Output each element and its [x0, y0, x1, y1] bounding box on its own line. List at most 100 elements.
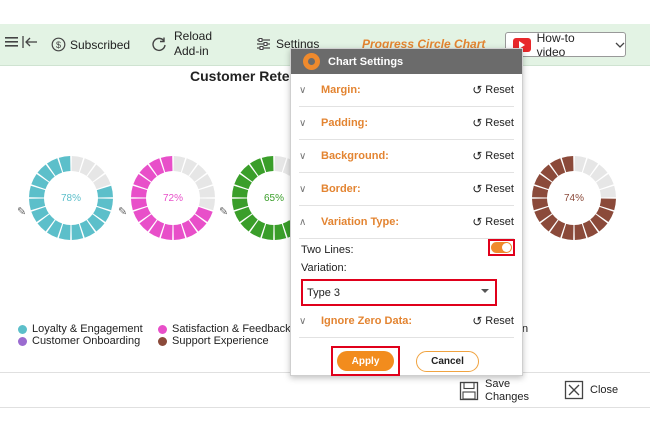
section-background[interactable]: ∨ Background: ↺ Reset — [299, 140, 514, 173]
chevron-down-icon: ∨ — [299, 183, 307, 195]
legend-item: Customer Onboarding — [18, 335, 140, 347]
variation-select-value: Type 3 — [307, 286, 341, 299]
progress-circle-3-label: 65% — [264, 193, 284, 204]
legend-swatch — [158, 336, 167, 346]
section-label: Margin: — [321, 84, 361, 96]
chevron-down-icon: ∨ — [299, 84, 307, 96]
reset-button[interactable]: ↺ Reset — [472, 116, 514, 130]
reset-label: Reset — [485, 315, 514, 327]
legend-swatch — [18, 324, 27, 334]
two-lines-toggle-highlight — [488, 239, 515, 256]
apply-button[interactable]: Apply — [337, 351, 394, 371]
legend-label: Loyalty & Engagement — [32, 323, 143, 335]
reset-button[interactable]: ↺ Reset — [472, 182, 514, 196]
chevron-up-icon: ∧ — [299, 216, 307, 228]
progress-circle-4[interactable]: 74% — [530, 154, 618, 242]
reset-button[interactable]: ↺ Reset — [472, 83, 514, 97]
chart-title: Customer Rete — [190, 68, 290, 84]
legend-swatch — [158, 324, 167, 334]
reset-button[interactable]: ↺ Reset — [472, 314, 514, 328]
section-padding[interactable]: ∨ Padding: ↺ Reset — [299, 107, 514, 140]
apply-button-highlight: Apply — [331, 346, 400, 376]
dollar-icon: $ — [51, 37, 66, 52]
variation-select[interactable]: Type 3 — [305, 283, 493, 302]
save-label-line1: Save — [485, 378, 511, 390]
two-lines-label: Two Lines: — [301, 244, 354, 256]
reload-label-line1: Reload — [174, 29, 213, 43]
app-window: $ Subscribed Reload Add-in Settings Prog… — [0, 0, 650, 435]
reload-addin-button[interactable]: Reload Add-in — [151, 29, 212, 59]
progress-circle-4-label: 74% — [564, 193, 584, 204]
legend-label: Satisfaction & Feedback — [172, 323, 291, 335]
reset-button[interactable]: ↺ Reset — [472, 149, 514, 163]
section-border[interactable]: ∨ Border: ↺ Reset — [299, 173, 514, 206]
legend-swatch — [18, 336, 27, 346]
save-icon — [459, 381, 479, 401]
variation-select-highlight: Type 3 — [301, 279, 497, 306]
chevron-down-icon: ∨ — [299, 315, 307, 327]
section-label: Background: — [321, 150, 389, 162]
two-lines-toggle[interactable] — [491, 242, 512, 253]
dialog-header: Chart Settings — [291, 49, 522, 74]
dialog-title: Chart Settings — [328, 55, 404, 68]
section-ignore-zero-data[interactable]: ∨ Ignore Zero Data: ↺ Reset — [299, 305, 514, 338]
reset-button[interactable]: ↺ Reset — [472, 215, 514, 229]
progress-circle-1-label: 78% — [61, 193, 81, 204]
footer-divider — [0, 407, 650, 408]
edit-pencil-icon[interactable]: ✎ — [219, 205, 228, 218]
save-changes-button[interactable]: Save Changes — [459, 378, 529, 404]
legend-label: Support Experience — [172, 335, 269, 347]
variation-label: Variation: — [301, 262, 347, 274]
svg-text:$: $ — [56, 40, 61, 50]
reload-label-line2: Add-in — [174, 44, 209, 58]
close-button[interactable]: Close — [564, 380, 618, 400]
reset-icon: ↺ — [472, 314, 483, 328]
chart-settings-dialog: Chart Settings ∨ Margin: ↺ Reset ∨ Paddin… — [290, 48, 523, 376]
section-label: Padding: — [321, 117, 369, 129]
howto-video-button[interactable]: How-to video — [505, 30, 626, 59]
section-label: Border: — [321, 183, 361, 195]
section-label: Ignore Zero Data: — [321, 315, 413, 327]
reset-icon: ↺ — [472, 116, 483, 130]
subscribed-button[interactable]: $ Subscribed — [51, 37, 130, 52]
hamburger-icon — [5, 37, 18, 47]
reset-icon: ↺ — [472, 215, 483, 229]
progress-circle-1[interactable]: 78% — [27, 154, 115, 242]
section-variation-type[interactable]: ∧ Variation Type: ↺ Reset — [299, 206, 514, 239]
section-label: Variation Type: — [321, 216, 400, 228]
progress-circle-2[interactable]: 72% — [129, 154, 217, 242]
reset-label: Reset — [485, 117, 514, 129]
howto-label: How-to video — [536, 30, 575, 59]
save-label-line2: Changes — [485, 391, 530, 403]
chevron-down-icon: ∨ — [299, 117, 307, 129]
close-icon — [564, 380, 584, 400]
subscribed-label: Subscribed — [70, 37, 131, 52]
toggle-knob — [502, 243, 511, 252]
edit-pencil-icon[interactable]: ✎ — [17, 205, 26, 218]
reset-label: Reset — [485, 84, 514, 96]
gear-icon — [303, 53, 320, 70]
chevron-down-icon — [615, 42, 625, 48]
reset-label: Reset — [485, 150, 514, 162]
reset-icon: ↺ — [472, 182, 483, 196]
legend-item: Support Experience — [158, 335, 269, 347]
chevron-down-icon: ∨ — [299, 150, 307, 162]
reset-icon: ↺ — [472, 83, 483, 97]
edit-pencil-icon[interactable]: ✎ — [118, 205, 127, 218]
back-button[interactable] — [21, 34, 39, 50]
legend-item: Loyalty & Engagement — [18, 323, 143, 335]
menu-button[interactable] — [4, 35, 20, 49]
section-margin[interactable]: ∨ Margin: ↺ Reset — [299, 74, 514, 107]
reset-label: Reset — [485, 183, 514, 195]
legend-label: Customer Onboarding — [32, 335, 141, 347]
reload-icon — [152, 37, 166, 51]
legend-item: Satisfaction & Feedback — [158, 323, 291, 335]
sliders-icon — [257, 38, 270, 50]
cancel-button[interactable]: Cancel — [416, 351, 479, 372]
reset-label: Reset — [485, 216, 514, 228]
close-label: Close — [590, 384, 619, 396]
reset-icon: ↺ — [472, 149, 483, 163]
back-arrow-icon — [22, 36, 37, 48]
progress-circle-2-label: 72% — [163, 193, 183, 204]
dropdown-caret-icon[interactable] — [481, 289, 489, 293]
